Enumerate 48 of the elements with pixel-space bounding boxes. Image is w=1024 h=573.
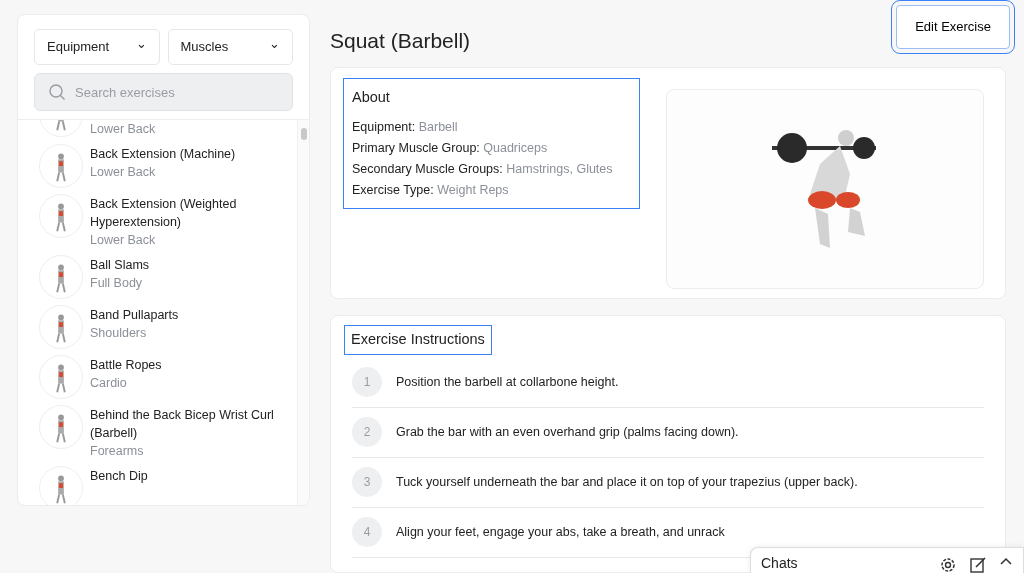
exercise-name: Band Pullaparts: [90, 307, 180, 324]
step-text: Tuck yourself underneath the bar and place it on top of your trapezius (upper back).: [396, 473, 858, 491]
detail-line: Secondary Muscle Groups: Hamstrings, Glutes: [352, 160, 614, 178]
exercise-list-item[interactable]: Back Extension (Weighted Hyperextension) Lower Back: [39, 191, 297, 252]
chevron-up-icon[interactable]: [999, 556, 1013, 566]
step-text: Align your feet, engage your abs, take a breath, and unrack: [396, 523, 725, 541]
exercise-list-item[interactable]: Behind the Back Bicep Wrist Curl (Barbell) Forearms: [39, 402, 297, 463]
filter-dropdown[interactable]: Equipment ⌄: [34, 29, 160, 65]
search-field[interactable]: Search exercises: [34, 73, 293, 111]
exercise-list-item[interactable]: Ball Slams Full Body: [39, 252, 297, 302]
exercise-name: Behind the Back Bicep Wrist Curl (Barbell): [90, 407, 275, 442]
step-number: 2: [352, 417, 382, 448]
muscle-group: Full Body: [90, 274, 290, 292]
exercise-list-item[interactable]: Back Extension (Machine) Lower Back: [39, 141, 297, 191]
dropdown-label: Muscles: [180, 38, 229, 57]
section-heading: Exercise Instructions: [345, 326, 491, 354]
section-heading: About: [352, 88, 391, 107]
step-text: Grab the bar with an even overhand grip (palms facing down).: [396, 423, 739, 441]
exercise-list-item[interactable]: Band Pullaparts Shoulders: [39, 302, 297, 352]
step-text: Position the barbell at collarbone height.: [396, 373, 619, 391]
exercise-name: Back Extension (Machine): [90, 146, 237, 163]
exercise-list-item[interactable]: Bench Dip: [39, 463, 297, 505]
step-number: 3: [352, 467, 382, 498]
page-title: Squat (Barbell): [330, 28, 471, 54]
detail-line: Equipment: Barbell: [352, 118, 459, 136]
caret-icon: ⌄: [135, 34, 147, 54]
exercise-name: Battle Ropes: [90, 357, 163, 374]
chats-title: Chats: [761, 556, 799, 570]
step-number: 1: [352, 367, 382, 398]
detail-line: Primary Muscle Group: Quadriceps: [352, 139, 549, 157]
exercise-name: Ball Slams: [90, 257, 151, 274]
dropdown-label: Equipment: [47, 38, 110, 57]
exercise-list-item[interactable]: Battle Ropes Cardio: [39, 352, 297, 402]
muscle-group: Shoulders: [90, 324, 290, 342]
muscle-group: Lower Back: [90, 163, 290, 181]
muscle-group: Lower Back: [90, 231, 290, 249]
chats-panel[interactable]: Chats: [750, 547, 1024, 573]
edit-icon[interactable]: [969, 556, 987, 573]
exercise-name: Back Extension (Weighted Hyperextension): [90, 196, 238, 231]
settings-icon[interactable]: [939, 556, 957, 573]
muscle-group: Lower Back: [90, 120, 290, 138]
exercise-name: Bench Dip: [90, 468, 149, 485]
muscle-group: Cardio: [90, 374, 290, 392]
filter-dropdown[interactable]: Muscles ⌄: [167, 29, 293, 65]
caret-icon: ⌄: [269, 34, 280, 54]
muscle-group: Forearms: [90, 442, 290, 460]
detail-line: Exercise Type: Weight Reps: [352, 181, 510, 199]
step-number: 4: [352, 517, 382, 548]
